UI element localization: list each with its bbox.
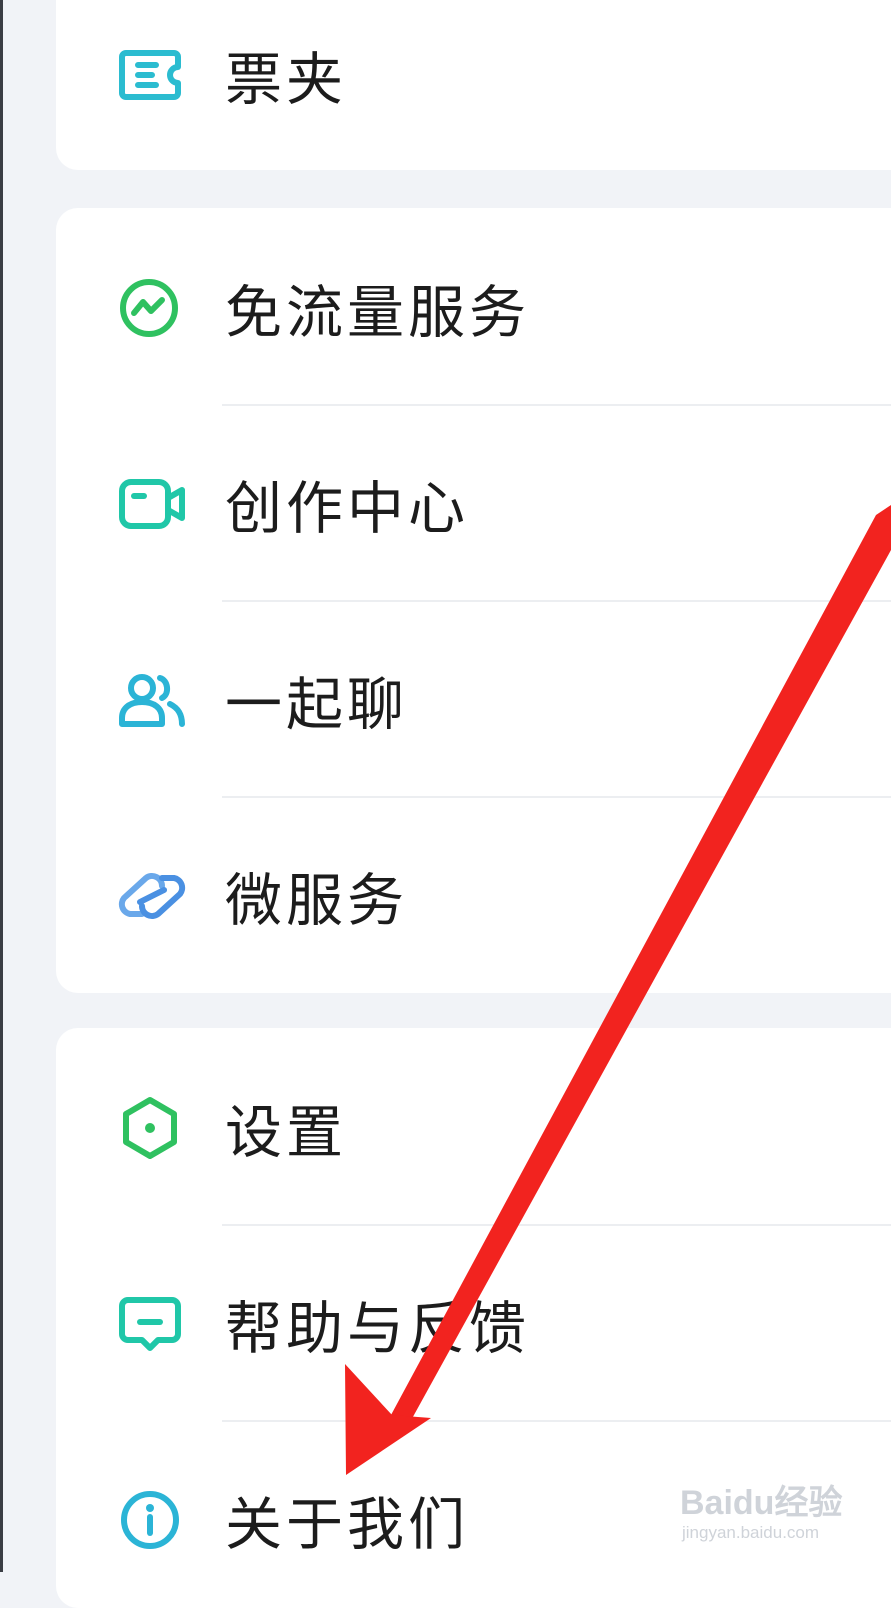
free-data-icon	[120, 279, 178, 337]
menu-item-free-data[interactable]: 免流量服务	[56, 253, 891, 363]
menu-item-help-feedback[interactable]: 帮助与反馈	[56, 1269, 891, 1379]
menu-item-label: 微服务	[225, 868, 408, 934]
feedback-chat-icon	[119, 1297, 181, 1351]
info-icon	[121, 1491, 179, 1549]
divider	[222, 600, 891, 602]
menu-item-label: 免流量服务	[225, 280, 530, 346]
menu-item-label: 帮助与反馈	[225, 1296, 530, 1362]
people-chat-icon	[119, 674, 185, 727]
menu-item-label: 票夹	[225, 47, 347, 113]
menu-item-creation-center[interactable]: 创作中心	[56, 449, 891, 559]
menu-item-label: 一起聊	[225, 672, 408, 738]
divider	[222, 1224, 891, 1226]
divider	[222, 1420, 891, 1422]
video-camera-icon	[119, 479, 185, 529]
menu-item-label: 关于我们	[225, 1492, 469, 1558]
link-chain-icon	[118, 873, 186, 919]
menu-item-chat-together[interactable]: 一起聊	[56, 645, 891, 755]
baidu-watermark: Baidu经验 jingyan.baidu.com	[680, 1475, 870, 1555]
menu-item-label: 设置	[225, 1100, 347, 1166]
hexagon-settings-icon	[123, 1097, 177, 1159]
menu-item-label: 创作中心	[225, 476, 469, 542]
menu-item-settings[interactable]: 设置	[56, 1073, 891, 1183]
menu-item-micro-services[interactable]: 微服务	[56, 841, 891, 951]
divider	[222, 796, 891, 798]
watermark-url: jingyan.baidu.com	[682, 1523, 820, 1542]
ticket-folder-icon	[119, 50, 181, 100]
menu-item-ticket-folder[interactable]: 票夹	[56, 20, 891, 130]
watermark-logo-text: Baidu经验	[680, 1484, 843, 1522]
menu-group-2: 免流量服务 创作中心 一起聊 微服务	[56, 208, 891, 993]
menu-group-1: 票夹	[56, 0, 891, 170]
divider	[222, 404, 891, 406]
left-screen-edge	[0, 0, 3, 1572]
